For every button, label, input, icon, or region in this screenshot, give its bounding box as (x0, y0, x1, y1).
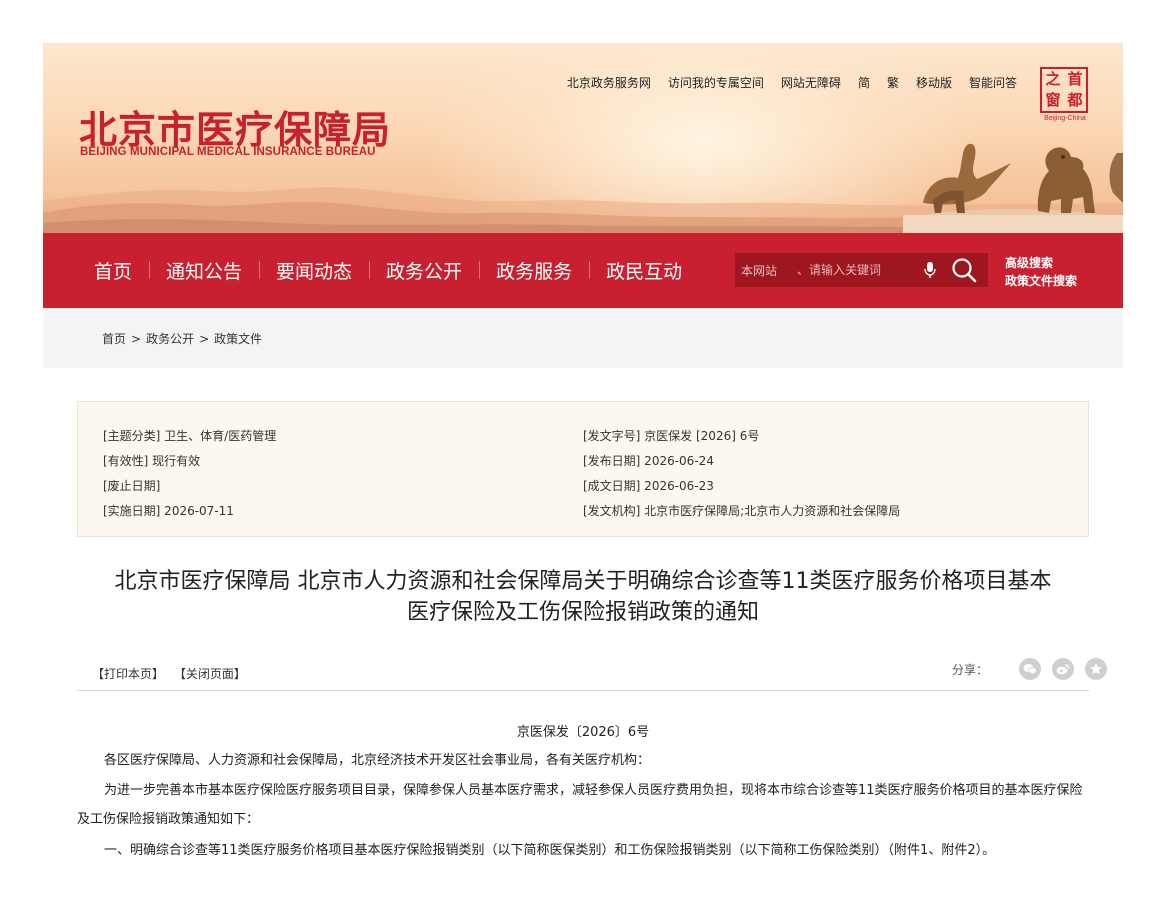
breadcrumb-policy-files[interactable]: 政策文件 (214, 332, 262, 346)
close-page-button[interactable]: 【关闭页面】 (174, 667, 246, 681)
metadata-right-column: [发文字号] 京医保发 [2026] 6号 [发布日期] 2026-06-24 … (583, 424, 900, 524)
item-one-paragraph: 一、明确综合诊查等11类医疗服务价格项目基本医疗保险报销类别（以下简称医保类别）… (104, 843, 996, 858)
meta-document-number: [发文字号] 京医保发 [2026] 6号 (583, 429, 760, 443)
breadcrumb-gov-affairs[interactable]: 政务公开 (146, 332, 194, 346)
search-icon[interactable] (951, 257, 977, 283)
meta-repeal-date: [废止日期] (103, 479, 161, 493)
top-link-simplified[interactable]: 简 (858, 74, 870, 91)
meta-topic-category: [主题分类] 卫生、体育/医药管理 (103, 429, 277, 443)
print-page-button[interactable]: 【打印本页】 (92, 667, 164, 681)
document-number: 京医保发〔2026〕6号 (516, 725, 650, 740)
wechat-icon[interactable] (1019, 658, 1042, 680)
breadcrumb-home[interactable]: 首页 (102, 332, 126, 346)
nav-item-notices[interactable]: 通知公告 (149, 257, 259, 284)
meta-validity: [有效性] 现行有效 (103, 454, 201, 468)
top-links: 北京政务服务网 访问我的专属空间 网站无障碍 简 繁 移动版 智能问答 (550, 74, 1017, 91)
title-divider (77, 690, 1089, 691)
document-metadata-box: [主题分类] 卫生、体育/医药管理 [有效性] 现行有效 [废止日期] [实施日… (77, 401, 1089, 537)
meta-effective-date: [实施日期] 2026-07-11 (103, 504, 234, 518)
main-nav-bar: 首页 通知公告 要闻动态 政务公开 政务服务 政民互动 本网站 高级搜索 政策文… (43, 233, 1123, 308)
search-scope-selector[interactable]: 本网站 (735, 262, 797, 279)
favorite-icon[interactable] (1085, 658, 1108, 680)
metadata-left-column: [主题分类] 卫生、体育/医药管理 [有效性] 现行有效 [废止日期] [实施日… (103, 424, 276, 524)
top-link-traditional[interactable]: 繁 (887, 74, 899, 91)
document-title-line1: 北京市医疗保障局 北京市人力资源和社会保障局关于明确综合诊查等11类医疗服务价格… (114, 569, 1052, 594)
meta-issuing-agency: [发文机构] 北京市医疗保障局;北京市人力资源和社会保障局 (583, 504, 901, 518)
top-link-accessibility[interactable]: 网站无障碍 (781, 74, 841, 91)
nav-item-interaction[interactable]: 政民互动 (589, 257, 699, 284)
intro-paragraph: 为进一步完善本市基本医疗保险医疗服务项目目录，保障参保人员基本医疗需求，减轻参保… (77, 783, 1083, 827)
search-box: 本网站 (735, 253, 988, 287)
nav-item-gov-services[interactable]: 政务服务 (479, 257, 589, 284)
capital-seal-icon: 之 首 窗 都 (1040, 67, 1088, 113)
share-bar: 分享： (952, 658, 1108, 680)
site-logo-english: BEIJING MUNICIPAL MEDICAL INSURANCE BURE… (80, 146, 376, 158)
document-title: 北京市医疗保障局 北京市人力资源和社会保障局关于明确综合诊查等11类医疗服务价格… (77, 566, 1089, 628)
breadcrumb-separator: > (131, 332, 142, 346)
addressee-paragraph: 各区医疗保障局、人力资源和社会保障局，北京经济技术开发区社会事业局，各有关医疗机… (104, 753, 651, 768)
bronze-statue-image (903, 143, 1123, 233)
nav-items: 首页 通知公告 要闻动态 政务公开 政务服务 政民互动 (77, 233, 699, 308)
top-link-mobile[interactable]: 移动版 (916, 74, 952, 91)
share-label: 分享： (952, 662, 989, 677)
nav-item-news[interactable]: 要闻动态 (259, 257, 369, 284)
top-link-gov-service[interactable]: 北京政务服务网 (567, 74, 651, 91)
capital-logo-english: Beijing-China (1044, 115, 1086, 122)
breadcrumb-bar: 首页 > 政务公开 > 政策文件 (43, 308, 1123, 368)
advanced-search-link[interactable]: 高级搜索 (1005, 254, 1077, 272)
breadcrumb: 首页 > 政务公开 > 政策文件 (102, 330, 262, 347)
nav-item-home[interactable]: 首页 (77, 257, 149, 284)
breadcrumb-separator: > (199, 332, 210, 346)
meta-publish-date: [发布日期] 2026-06-24 (583, 454, 714, 468)
meta-written-date: [成文日期] 2026-06-23 (583, 479, 714, 493)
capital-window-logo[interactable]: 之 首 窗 都 Beijing-China (1040, 67, 1090, 125)
weibo-icon[interactable] (1052, 658, 1075, 680)
policy-file-search-link[interactable]: 政策文件搜索 (1005, 272, 1077, 290)
top-link-personal-space[interactable]: 访问我的专属空间 (668, 74, 764, 91)
search-input[interactable] (797, 263, 921, 277)
document-title-line2: 医疗保险及工伤保险报销政策的通知 (406, 600, 759, 625)
header-banner: 北京市医疗保障局 BEIJING MUNICIPAL MEDICAL INSUR… (43, 43, 1123, 233)
page-tools: 【打印本页】 【关闭页面】 (92, 665, 252, 682)
advanced-search-links: 高级搜索 政策文件搜索 (1005, 254, 1077, 290)
microphone-icon[interactable] (923, 261, 937, 279)
nav-item-gov-affairs[interactable]: 政务公开 (369, 257, 479, 284)
top-link-smart-qa[interactable]: 智能问答 (969, 74, 1017, 91)
